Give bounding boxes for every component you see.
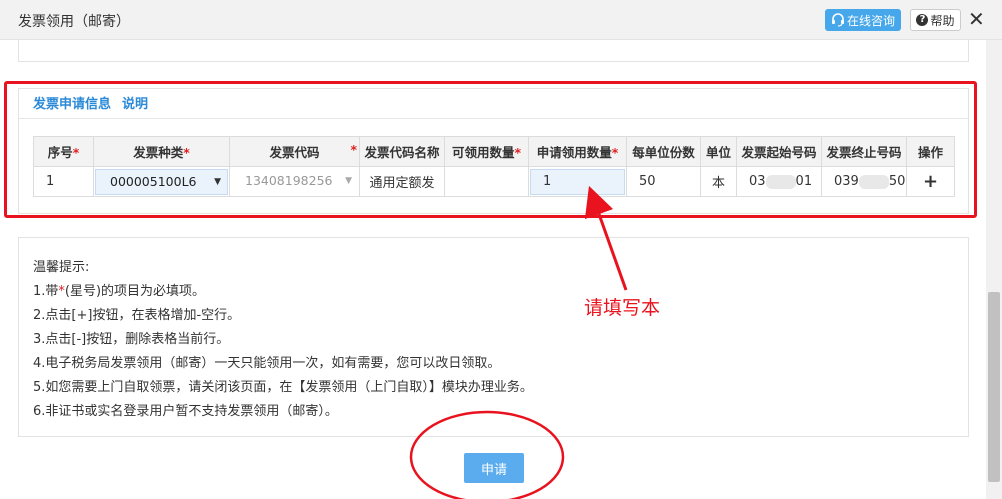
header-unit: 单位: [700, 136, 737, 167]
cell-available-qty: [444, 166, 529, 197]
cell-start-no: 03 01: [736, 166, 822, 197]
tip-line-2: 2.点击[+]按钮，在表格增加-空行。: [33, 308, 241, 323]
tip-line-1: 1.带*(星号)的项目为必填项。: [33, 284, 206, 299]
caret-down-icon: ▼: [345, 175, 352, 186]
table-header-row: 序号* 发票种类* 发票代码 * 发票代码名称 可领用数量* 申请领用数量* 每单…: [33, 136, 955, 167]
invoice-table: 序号* 发票种类* 发票代码 * 发票代码名称 可领用数量* 申请领用数量* 每单…: [33, 136, 955, 197]
headset-icon: [831, 13, 844, 27]
invoice-type-value: 000005100L6: [110, 173, 197, 189]
invoice-code-select[interactable]: 13408198256 ▼: [231, 168, 358, 195]
cell-unit: 本: [700, 166, 737, 197]
previous-panel: [18, 40, 969, 62]
section-title: 发票申请信息: [33, 97, 112, 112]
cell-per-unit: 50: [626, 166, 701, 197]
online-consult-label: 在线咨询: [846, 13, 895, 28]
cell-code-name: 通用定额发: [359, 166, 445, 197]
close-icon[interactable]: ✕: [968, 8, 985, 30]
invoice-code-value: 13408198256: [245, 172, 333, 188]
help-button[interactable]: ? 帮助: [910, 9, 961, 31]
help-label: 帮助: [930, 13, 955, 28]
invoice-type-select[interactable]: 000005100L6 ▼: [95, 168, 228, 195]
tip-line-4: 4.电子税务局发票领用（邮寄）一天只能领用一次，如有需要，您可以改日领取。: [33, 356, 501, 371]
dialog-titlebar: 发票领用（邮寄） 在线咨询 ? 帮助 ✕: [0, 0, 1002, 40]
annotation-label: 请填写本: [584, 297, 661, 319]
header-invoice-type: 发票种类*: [93, 136, 230, 167]
caret-down-icon: ▼: [214, 176, 221, 187]
question-icon: ?: [916, 14, 929, 26]
dialog-title: 发票领用（邮寄）: [18, 14, 130, 30]
cell-operation: +: [906, 166, 955, 197]
header-per-unit: 每单位份数: [626, 136, 701, 167]
header-operation: 操作: [906, 136, 955, 167]
header-invoice-code: 发票代码 *: [229, 136, 360, 167]
header-apply-qty: 申请领用数量*: [528, 136, 627, 167]
tips-panel: 温馨提示: 1.带*(星号)的项目为必填项。 2.点击[+]按钮，在表格增加-空…: [18, 237, 969, 437]
tips-title: 温馨提示:: [33, 260, 90, 275]
invoice-application-panel: 发票申请信息 说明 序号* 发票种类* 发票代码 * 发票代码名称 可领用数量* …: [18, 88, 969, 214]
tip-line-5: 5.如您需要上门自取领票，请关闭该页面，在【发票领用（上门自取）】模块办理业务。: [33, 380, 533, 395]
header-end-no: 发票终止号码: [821, 136, 907, 167]
header-index: 序号*: [33, 136, 94, 167]
cell-invoice-code[interactable]: 13408198256 ▼: [229, 166, 360, 197]
apply-qty-input[interactable]: 1: [530, 168, 625, 195]
panel-header: 发票申请信息 说明: [19, 89, 968, 119]
online-consult-button[interactable]: 在线咨询: [825, 9, 901, 31]
apply-button[interactable]: 申请: [464, 453, 524, 483]
cell-apply-qty[interactable]: 1: [528, 166, 627, 197]
instructions-link[interactable]: 说明: [122, 93, 148, 112]
tip-line-6: 6.非证书或实名登录用户暂不支持发票领用（邮寄）。: [33, 404, 338, 419]
cell-invoice-type[interactable]: 000005100L6 ▼: [93, 166, 230, 197]
cell-end-no: 039 50: [821, 166, 907, 197]
tip-line-3: 3.点击[-]按钮，删除表格当前行。: [33, 332, 230, 347]
plus-icon[interactable]: +: [923, 171, 938, 192]
scrollbar-thumb[interactable]: [988, 292, 1000, 482]
header-available-qty: 可领用数量*: [444, 136, 529, 167]
masked-digits: [765, 174, 796, 189]
cell-index: 1: [33, 166, 94, 197]
header-code-name: 发票代码名称: [359, 136, 445, 167]
table-row: 1 000005100L6 ▼ 13408198256 ▼ 通用定额发 1 50…: [33, 166, 955, 197]
masked-digits: [858, 174, 889, 189]
tips-content: 温馨提示: 1.带*(星号)的项目为必填项。 2.点击[+]按钮，在表格增加-空…: [33, 256, 533, 424]
header-start-no: 发票起始号码: [736, 136, 822, 167]
